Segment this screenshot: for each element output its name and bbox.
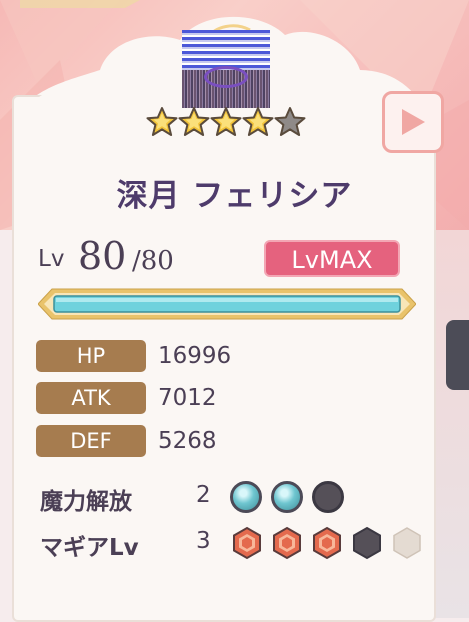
stat-row-def: DEF 5268 [36, 425, 217, 457]
magia-count: 3 [196, 528, 211, 554]
star-icon [178, 107, 210, 136]
awakening-label: 魔力解放 [40, 489, 132, 515]
character-avatar[interactable] [182, 30, 270, 108]
stat-value-hp: 16996 [158, 343, 232, 369]
level-max: /80 [132, 246, 174, 276]
stat-value-atk: 7012 [158, 385, 217, 411]
side-preview [432, 230, 469, 618]
stat-label-def: DEF [36, 425, 146, 457]
hex-gem-icon [313, 526, 341, 560]
stat-label-atk: ATK [36, 382, 146, 414]
level-max-badge: LvMAX [264, 240, 400, 277]
magic-orb-icon [230, 481, 262, 513]
level-label: Lv [38, 246, 65, 272]
rarity-stars [146, 106, 306, 138]
magia-label: マギアLv [40, 535, 139, 561]
play-button[interactable] [382, 91, 444, 153]
hex-gem-icon [233, 526, 261, 560]
hex-gem-icon [353, 526, 381, 560]
hex-gem-icon [273, 526, 301, 560]
level-current: 80 [78, 234, 127, 278]
star-icon [210, 107, 242, 136]
star-empty-icon [274, 107, 306, 136]
magic-orb-icon [271, 481, 303, 513]
stat-row-atk: ATK 7012 [36, 382, 217, 414]
star-icon [242, 107, 274, 136]
awakening-count: 2 [196, 482, 211, 508]
stat-label-hp: HP [36, 340, 146, 372]
stat-row-hp: HP 16996 [36, 340, 231, 372]
hex-gem-icon [393, 527, 421, 559]
stat-value-def: 5268 [158, 428, 217, 454]
exp-bar [38, 288, 416, 320]
magic-orb-icon [312, 481, 344, 513]
star-icon [146, 107, 178, 136]
play-icon [402, 109, 425, 135]
character-name: 深月 フェリシア [116, 178, 353, 214]
